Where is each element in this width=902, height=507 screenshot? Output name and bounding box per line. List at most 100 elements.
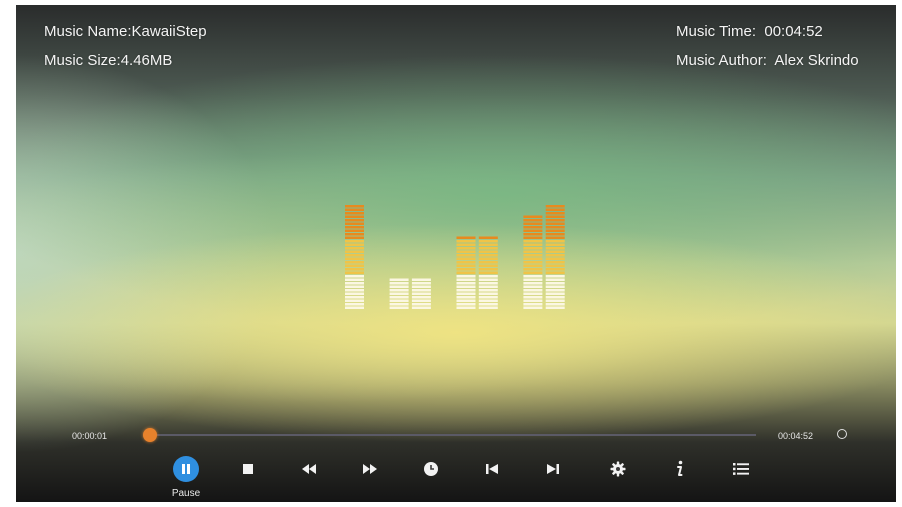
eq-segment	[345, 229, 364, 232]
eq-segment	[545, 261, 565, 264]
eq-segment	[456, 240, 476, 243]
eq-segment	[345, 289, 364, 292]
pause-button[interactable]	[173, 456, 199, 482]
progress-thumb[interactable]	[142, 428, 157, 442]
eq-segment	[523, 233, 543, 236]
eq-segment	[545, 285, 565, 288]
eq-segment	[456, 282, 476, 285]
playlist-button[interactable]	[728, 456, 754, 482]
eq-segment	[545, 250, 565, 253]
total-time: 00:04:52	[778, 431, 814, 441]
eq-segment	[545, 264, 565, 267]
next-button[interactable]	[540, 456, 566, 482]
eq-segment	[345, 250, 364, 253]
eq-segment	[478, 247, 498, 250]
eq-segment	[523, 271, 543, 274]
eq-bar	[523, 215, 543, 309]
eq-segment	[545, 247, 565, 250]
info-button[interactable]	[666, 456, 692, 482]
eq-segment	[411, 278, 431, 281]
eq-segment	[523, 222, 543, 225]
eq-segment	[478, 254, 498, 257]
eq-segment	[345, 306, 364, 309]
eq-segment	[345, 222, 364, 225]
eq-segment	[523, 292, 543, 295]
eq-segment	[523, 219, 543, 222]
eq-segment	[389, 282, 409, 285]
eq-segment	[523, 296, 543, 299]
eq-segment	[545, 289, 565, 292]
rewind-button[interactable]	[296, 456, 322, 482]
eq-segment	[456, 257, 476, 260]
eq-segment	[523, 257, 543, 260]
eq-segment	[345, 240, 364, 243]
eq-segment	[478, 257, 498, 260]
eq-segment	[523, 250, 543, 253]
eq-segment	[478, 240, 498, 243]
eq-segment	[478, 292, 498, 295]
eq-segment	[345, 285, 364, 288]
fast-forward-button[interactable]	[357, 456, 383, 482]
eq-segment	[345, 292, 364, 295]
eq-segment	[523, 303, 543, 306]
previous-button[interactable]	[479, 456, 505, 482]
eq-segment	[545, 271, 565, 274]
eq-segment	[478, 278, 498, 281]
eq-segment	[523, 282, 543, 285]
repeat-icon[interactable]	[837, 429, 847, 439]
eq-segment	[456, 261, 476, 264]
eq-segment	[523, 261, 543, 264]
eq-segment	[456, 296, 476, 299]
eq-segment	[545, 282, 565, 285]
eq-segment	[478, 285, 498, 288]
eq-segment	[345, 215, 364, 218]
eq-segment	[456, 285, 476, 288]
eq-segment	[478, 275, 498, 278]
eq-segment	[456, 303, 476, 306]
eq-bar	[345, 205, 364, 309]
eq-segment	[545, 233, 565, 236]
gear-icon	[610, 461, 626, 477]
clock-icon	[424, 462, 438, 476]
settings-button[interactable]	[605, 456, 631, 482]
eq-segment	[523, 275, 543, 278]
eq-segment	[545, 299, 565, 302]
eq-bar	[411, 278, 431, 309]
clock-button[interactable]	[418, 456, 444, 482]
eq-segment	[523, 240, 543, 243]
eq-segment	[411, 303, 431, 306]
eq-segment	[411, 296, 431, 299]
eq-segment	[389, 296, 409, 299]
eq-segment	[456, 243, 476, 246]
eq-segment	[523, 299, 543, 302]
eq-segment	[345, 275, 364, 278]
eq-segment	[345, 236, 364, 239]
eq-segment	[345, 303, 364, 306]
eq-segment	[456, 306, 476, 309]
eq-segment	[478, 236, 498, 239]
eq-segment	[523, 264, 543, 267]
eq-segment	[345, 219, 364, 222]
eq-segment	[523, 243, 543, 246]
rewind-icon	[302, 464, 316, 474]
eq-segment	[389, 285, 409, 288]
progress-track[interactable]	[148, 434, 756, 436]
eq-segment	[523, 306, 543, 309]
eq-bar	[389, 278, 409, 309]
eq-segment	[523, 226, 543, 229]
eq-segment	[345, 247, 364, 250]
eq-segment	[456, 247, 476, 250]
eq-segment	[456, 292, 476, 295]
stop-button[interactable]	[235, 456, 261, 482]
eq-segment	[456, 250, 476, 253]
eq-segment	[345, 205, 364, 208]
eq-segment	[389, 278, 409, 281]
eq-segment	[345, 254, 364, 257]
info-icon	[677, 460, 683, 476]
stop-icon	[243, 464, 253, 474]
eq-segment	[523, 229, 543, 232]
eq-segment	[523, 254, 543, 257]
fast-forward-icon	[363, 464, 377, 474]
eq-segment	[545, 275, 565, 278]
eq-segment	[478, 303, 498, 306]
